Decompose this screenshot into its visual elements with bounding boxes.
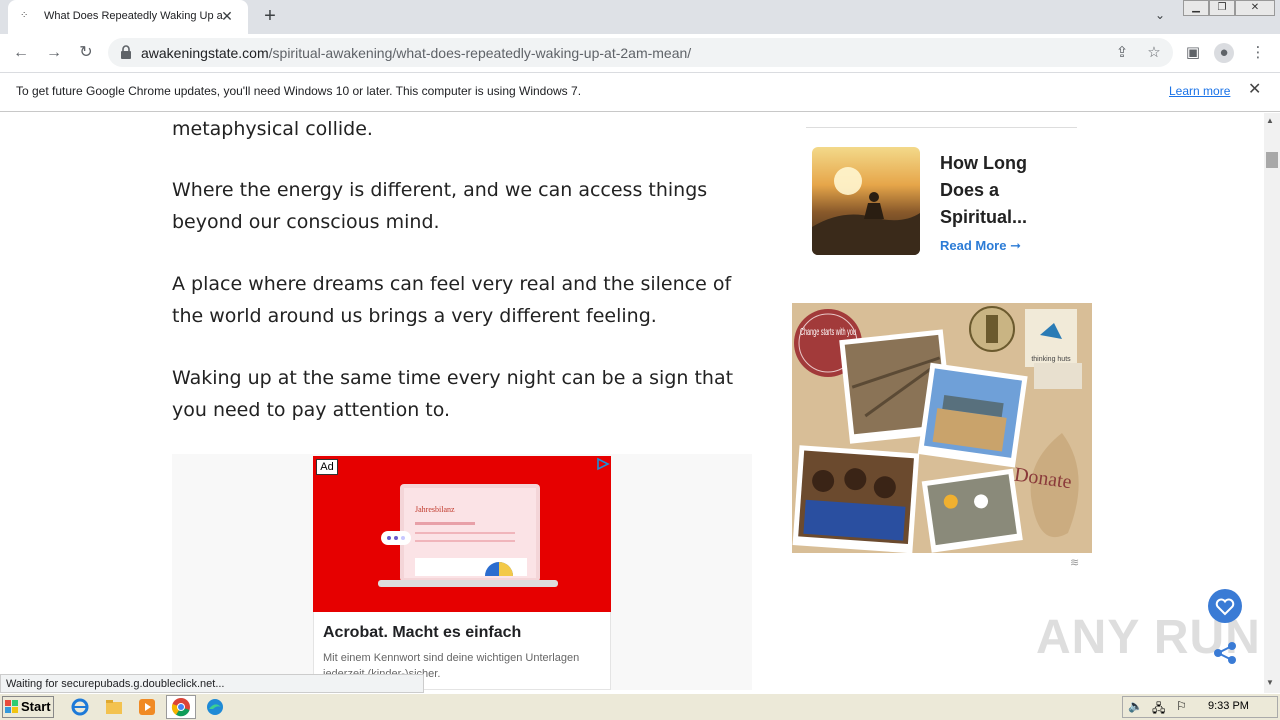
tab-title: What Does Repeatedly Waking Up a bbox=[44, 10, 223, 22]
minimize-window-button[interactable]: ▁ bbox=[1183, 0, 1209, 16]
bookmark-star-icon[interactable]: ☆ bbox=[1144, 43, 1164, 63]
edge-icon[interactable] bbox=[205, 697, 225, 717]
tab-favicon-icon: ⁘ bbox=[20, 10, 29, 21]
scrollbar-thumb[interactable] bbox=[1266, 152, 1278, 168]
windows-logo-icon bbox=[5, 700, 18, 713]
side-panel-icon[interactable]: ▣ bbox=[1183, 43, 1203, 63]
infobar-message: To get future Google Chrome updates, you… bbox=[16, 84, 582, 98]
system-tray bbox=[1122, 696, 1278, 718]
adchoices-icon[interactable] bbox=[596, 457, 610, 471]
start-label: Start bbox=[21, 699, 51, 714]
network-icon[interactable]: 🖧 bbox=[1152, 699, 1168, 715]
ad-image[interactable]: Jahresbilanz bbox=[313, 456, 611, 612]
banner-badge-text: Change starts with you bbox=[800, 327, 856, 338]
heart-icon bbox=[1215, 598, 1235, 616]
file-explorer-icon[interactable] bbox=[104, 697, 124, 717]
url-text[interactable]: awakeningstate.com/spiritual-awakening/w… bbox=[141, 45, 691, 61]
donate-collage-image: Change starts with you thinking huts Don… bbox=[792, 303, 1092, 553]
url-host: awakeningstate.com bbox=[141, 45, 269, 61]
profile-avatar-icon[interactable]: ● bbox=[1214, 43, 1234, 63]
ad-image-heading: Jahresbilanz bbox=[415, 505, 455, 514]
new-tab-button[interactable]: + bbox=[258, 5, 282, 29]
scroll-down-arrow-icon[interactable]: ▼ bbox=[1266, 678, 1274, 687]
forward-arrow-icon[interactable]: → bbox=[43, 42, 65, 64]
close-infobar-icon[interactable]: ✕ bbox=[1248, 82, 1264, 98]
url-path: /spiritual-awakening/what-does-repeatedl… bbox=[268, 45, 692, 61]
laptop-illustration: Jahresbilanz bbox=[378, 484, 558, 587]
article-paragraph: Waking up at the same time every night c… bbox=[172, 367, 734, 421]
status-bubble: Waiting for securepubads.g.doubleclick.n… bbox=[0, 674, 424, 693]
donate-banner[interactable]: Change starts with you thinking huts Don… bbox=[792, 303, 1092, 553]
related-post-title[interactable]: How Long Does a Spiritual... bbox=[940, 150, 1070, 231]
internet-explorer-icon[interactable] bbox=[70, 697, 90, 717]
ad-network-logo-icon: ≋ bbox=[1070, 557, 1080, 569]
media-player-icon[interactable] bbox=[137, 697, 157, 717]
volume-icon[interactable]: 🔈 bbox=[1128, 699, 1144, 715]
menu-kebab-icon[interactable]: ⋮ bbox=[1248, 43, 1268, 63]
read-more-link[interactable]: Read More ➞ bbox=[940, 238, 1021, 254]
article-paragraph: metaphysical collide. bbox=[172, 118, 373, 140]
banner-brand: thinking huts bbox=[1031, 356, 1071, 363]
close-window-button[interactable]: ✕ bbox=[1235, 0, 1275, 16]
action-center-flag-icon[interactable]: ⚐ bbox=[1176, 699, 1192, 715]
sidebar-divider bbox=[806, 127, 1077, 128]
ad-headline[interactable]: Acrobat. Macht es einfach bbox=[323, 624, 521, 642]
ad-badge: Ad bbox=[316, 459, 338, 475]
share-page-icon[interactable]: ⇪ bbox=[1112, 43, 1132, 63]
share-icon[interactable] bbox=[1210, 638, 1240, 668]
reload-icon[interactable]: ↻ bbox=[75, 42, 97, 64]
scroll-up-arrow-icon[interactable]: ▲ bbox=[1266, 116, 1274, 125]
article-paragraph: A place where dreams can feel very real … bbox=[172, 273, 732, 327]
restore-window-button[interactable]: ❐ bbox=[1209, 0, 1235, 16]
page-scrollbar[interactable] bbox=[1264, 113, 1280, 693]
close-tab-icon[interactable]: ✕ bbox=[218, 7, 236, 25]
back-arrow-icon[interactable]: ← bbox=[10, 42, 32, 64]
tab-search-icon[interactable]: ⌄ bbox=[1150, 8, 1170, 26]
related-post-thumbnail[interactable] bbox=[812, 147, 920, 255]
favorite-button[interactable] bbox=[1208, 589, 1242, 623]
lock-icon[interactable] bbox=[120, 45, 132, 59]
chrome-icon bbox=[171, 698, 190, 717]
taskbar-clock[interactable]: 9:33 PM bbox=[1208, 700, 1249, 712]
learn-more-link[interactable]: Learn more bbox=[1169, 84, 1230, 98]
article-paragraph: Where the energy is different, and we ca… bbox=[172, 179, 708, 233]
sunset-silhouette-image bbox=[812, 167, 920, 255]
